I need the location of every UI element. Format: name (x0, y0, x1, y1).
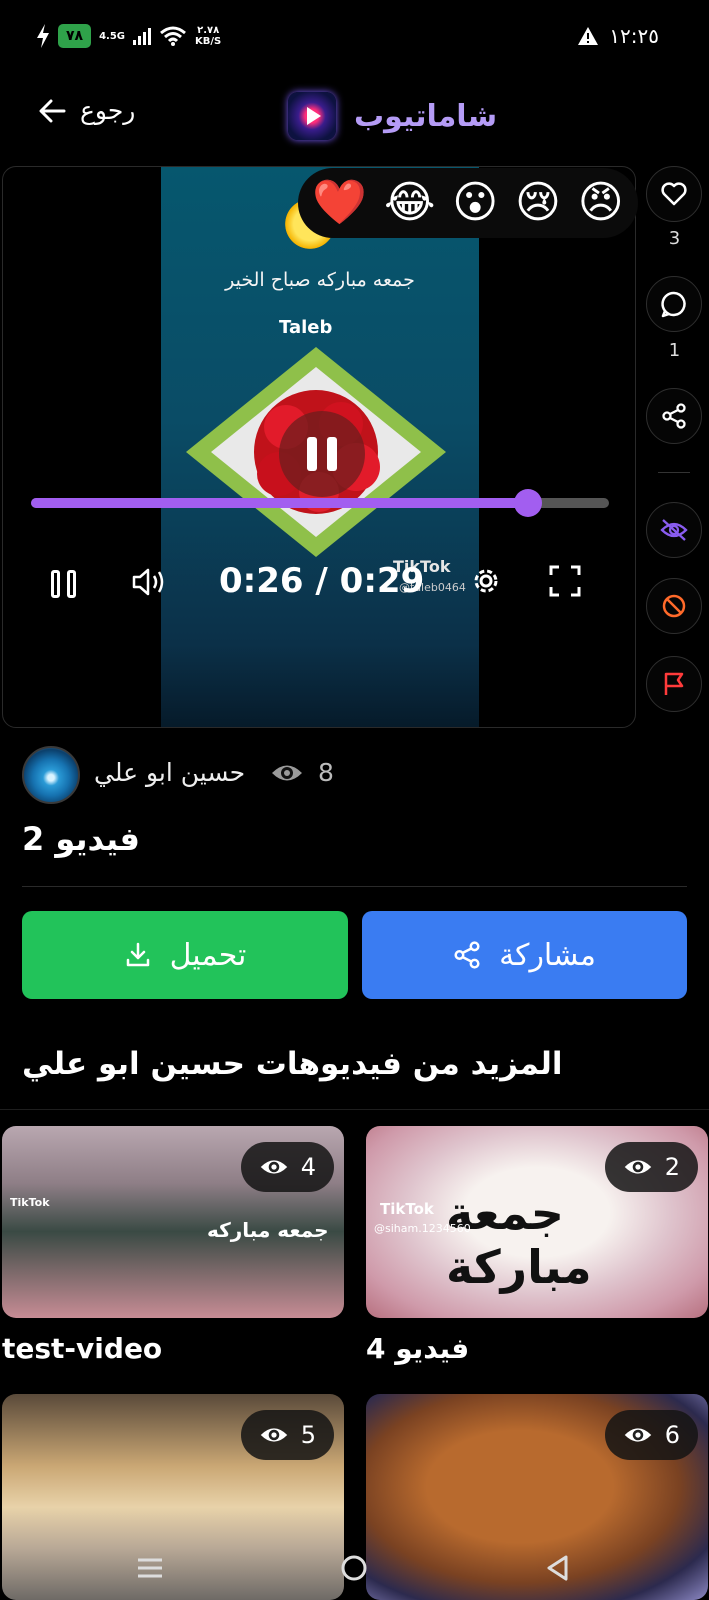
status-right: ١٢:٢٥ (577, 24, 659, 48)
pause-bar (67, 570, 76, 598)
download-icon (126, 942, 149, 967)
heart-icon (661, 182, 687, 206)
share-icon (454, 941, 480, 969)
reaction-picker: ❤️ 😂 😮 😢 😠 (298, 168, 638, 238)
progress-fill (31, 498, 529, 508)
thumbnail-text: جمعه مباركه (207, 1218, 329, 1242)
download-label: تحميل (169, 937, 247, 973)
eye-icon (624, 1428, 651, 1442)
app-header: رجوع شاماتيوب (0, 80, 709, 160)
back-nav-icon[interactable] (544, 1554, 572, 1582)
app-name: شاماتيوب (354, 98, 498, 134)
divider (22, 886, 687, 887)
progress-knob[interactable] (514, 489, 543, 517)
network-speed: ٢.٧٨ KB/S (195, 25, 221, 47)
pause-bar (307, 437, 317, 471)
menu-nav-icon[interactable] (136, 1554, 164, 1582)
comment-icon (661, 291, 686, 318)
speed-value: ٢.٧٨ (197, 25, 220, 36)
settings-gear-icon[interactable] (469, 564, 503, 598)
back-label: رجوع (80, 96, 136, 125)
comment-button[interactable] (646, 276, 702, 332)
share-button[interactable]: مشاركة (362, 911, 687, 999)
signal-icon (133, 27, 152, 45)
views-row: 8 (270, 758, 334, 787)
pause-button[interactable] (51, 570, 76, 598)
more-videos-heading: المزيد من فيديوهات حسين ابو علي (22, 1046, 563, 1082)
reaction-angry[interactable]: 😠 (578, 181, 624, 225)
video-thumbnail: جمعه مباركه TikTok 4 (2, 1126, 344, 1318)
network-type: 4.5G (99, 30, 126, 42)
warning-icon (578, 27, 599, 45)
views-badge: 4 (240, 1142, 334, 1192)
avatar[interactable] (22, 746, 80, 804)
pause-bar (327, 437, 337, 471)
video-title: فيديو 2 (22, 820, 140, 858)
center-pause-button[interactable] (279, 411, 365, 497)
video-overlay-text: جمعه مباركه صباح الخير (225, 269, 415, 291)
video-card-title: test-video (2, 1332, 163, 1365)
views-count: 5 (300, 1421, 316, 1449)
views-badge: 5 (240, 1410, 334, 1460)
speed-unit: KB/S (195, 36, 222, 47)
views-count: 4 (300, 1153, 316, 1181)
reaction-wow[interactable]: 😮 (452, 181, 498, 225)
home-nav-icon[interactable] (340, 1554, 368, 1582)
views-count: 8 (318, 758, 334, 787)
share-rail-button[interactable] (646, 388, 702, 444)
block-button[interactable] (646, 578, 702, 634)
block-icon (662, 594, 686, 618)
eye-icon (260, 1428, 287, 1442)
eye-off-icon (660, 519, 688, 541)
status-left: ٧٨ 4.5G ٢.٧٨ KB/S (36, 24, 221, 48)
action-rail: 3 1 (640, 166, 709, 728)
likes-count: 3 (668, 228, 681, 249)
tiktok-watermark: TikTok (10, 1196, 50, 1209)
rail-divider (658, 472, 690, 473)
reaction-heart[interactable]: ❤️ (312, 181, 367, 225)
volume-icon[interactable] (131, 567, 167, 597)
clock: ١٢:٢٥ (609, 24, 659, 48)
brand: شاماتيوب (288, 92, 497, 140)
eye-icon (624, 1160, 651, 1174)
video-card-title: فيديو 4 (366, 1332, 470, 1365)
wifi-icon (160, 26, 186, 46)
author-name[interactable]: حسين ابو علي (94, 758, 245, 787)
share-icon (662, 403, 686, 429)
reaction-laugh[interactable]: 😂 (384, 181, 435, 225)
arrow-left-icon (39, 99, 66, 122)
video-thumbnail: جمعة مباركة TikTok @siham.1234560 2 (366, 1126, 708, 1318)
eye-icon (272, 765, 302, 780)
hide-button[interactable] (646, 502, 702, 558)
tiktok-handle: @siham.1234560 (374, 1222, 471, 1235)
eye-icon (260, 1160, 287, 1174)
back-button[interactable]: رجوع (38, 96, 135, 125)
progress-bar[interactable] (31, 489, 609, 517)
views-badge: 2 (604, 1142, 698, 1192)
share-label: مشاركة (499, 937, 596, 973)
video-overlay-name: Taleb (279, 317, 333, 338)
comments-count: 1 (668, 340, 681, 361)
battery-level: ٧٨ (58, 24, 92, 48)
app-logo (288, 92, 336, 140)
thumbnail-text: جمعة مباركة (446, 1186, 592, 1294)
report-button[interactable] (646, 656, 702, 712)
charging-icon (37, 24, 49, 48)
system-nav-bar (0, 1540, 709, 1600)
tiktok-watermark: TikTok (380, 1200, 434, 1218)
fullscreen-icon[interactable] (549, 565, 581, 597)
flag-icon (664, 672, 684, 695)
pause-bar (51, 570, 60, 598)
views-count: 6 (664, 1421, 680, 1449)
time-display: 0:26 / 0:29 (219, 561, 425, 601)
divider (0, 1109, 709, 1110)
video-player[interactable]: جمعه مباركه صباح الخير Taleb TikTok @tal… (2, 166, 636, 728)
like-button[interactable] (646, 166, 702, 222)
views-badge: 6 (604, 1410, 698, 1460)
views-count: 2 (664, 1153, 680, 1181)
status-bar: ٧٨ 4.5G ٢.٧٨ KB/S ١٢:٢٥ (0, 0, 709, 76)
reaction-sad[interactable]: 😢 (515, 181, 561, 225)
download-button[interactable]: تحميل (22, 911, 348, 999)
